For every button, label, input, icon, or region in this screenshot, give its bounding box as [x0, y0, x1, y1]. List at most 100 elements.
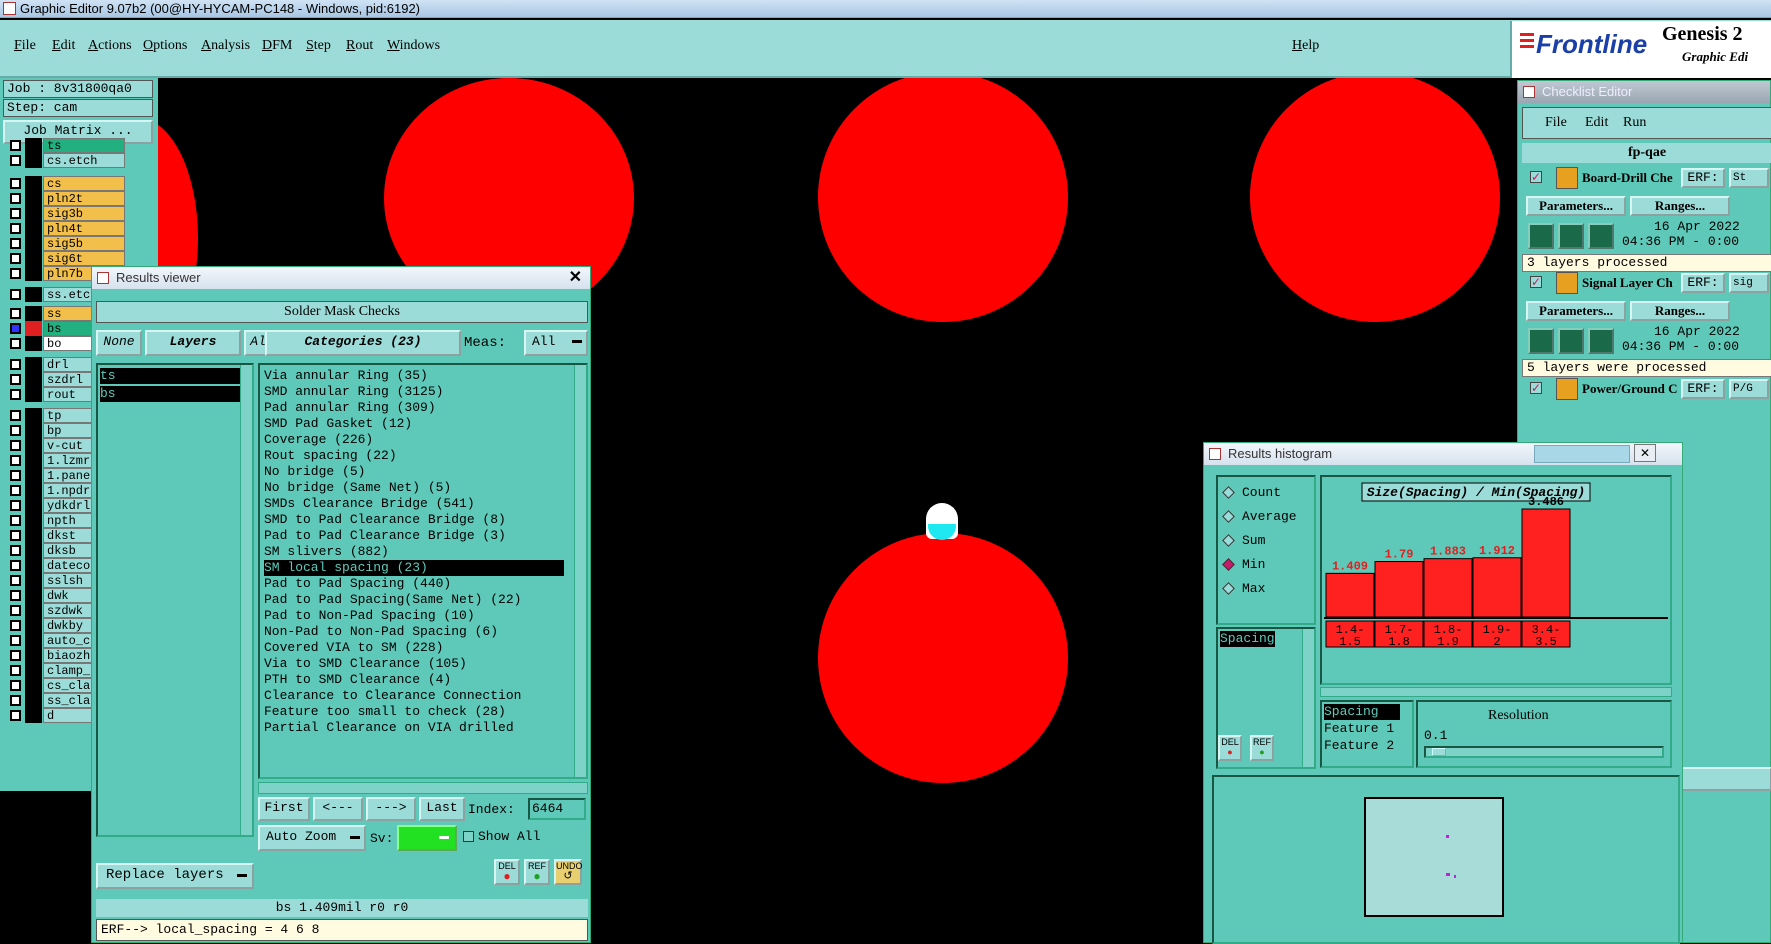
layer-checkbox[interactable]	[10, 455, 21, 466]
layer-checkbox[interactable]	[10, 323, 21, 334]
layer-name[interactable]: sig3b	[43, 206, 125, 221]
layer-checkbox[interactable]	[10, 590, 21, 601]
category-hscrollbar[interactable]	[258, 782, 588, 794]
erf-value[interactable]: St	[1729, 168, 1769, 188]
close-x-icon[interactable]: ✕	[569, 267, 582, 289]
first-button[interactable]: First	[258, 797, 310, 821]
layer-checkbox[interactable]	[10, 500, 21, 511]
layer-name[interactable]: sig5b	[43, 236, 125, 251]
layer-checkbox[interactable]	[10, 650, 21, 661]
erf-value[interactable]: P/G	[1729, 379, 1769, 399]
resolution-slider[interactable]	[1424, 746, 1664, 758]
close-icon[interactable]	[97, 272, 109, 284]
layers-button[interactable]: Layers	[145, 330, 241, 356]
category-item[interactable]: Pad to Pad Spacing (440)	[264, 576, 451, 592]
layer-checkbox[interactable]	[10, 695, 21, 706]
radio-icon[interactable]	[1222, 510, 1235, 523]
menu-dfm[interactable]: DFM	[262, 38, 292, 54]
category-item[interactable]: SMD to Pad Clearance Bridge (8)	[264, 512, 506, 528]
layer-checkbox[interactable]	[10, 338, 21, 349]
layer-checkbox[interactable]	[10, 374, 21, 385]
layer-checkbox[interactable]	[10, 620, 21, 631]
next-button[interactable]: --->	[366, 797, 416, 821]
layer-name[interactable]: sig6t	[43, 251, 125, 266]
del-button[interactable]: DEL ●	[494, 859, 520, 885]
layer-checkbox[interactable]	[10, 308, 21, 319]
layer-checkbox[interactable]	[10, 635, 21, 646]
close-icon[interactable]	[1523, 86, 1535, 98]
meas-dropdown[interactable]: All	[524, 330, 588, 356]
layer-checkbox[interactable]	[10, 560, 21, 571]
radio-icon[interactable]	[1222, 558, 1235, 571]
layer-name[interactable]: pln4t	[43, 221, 125, 236]
category-item[interactable]: SMDs Clearance Bridge (541)	[264, 496, 475, 512]
undo-button[interactable]: UNDO ↺	[554, 859, 583, 885]
layer-checkbox[interactable]	[10, 545, 21, 556]
parameters-button[interactable]: Parameters...	[1526, 196, 1626, 216]
category-item[interactable]: Non-Pad to Non-Pad Spacing (6)	[264, 624, 498, 640]
layer-checkbox[interactable]	[10, 680, 21, 691]
checklist-menu-run[interactable]: Run	[1623, 115, 1646, 131]
run-icon[interactable]	[1558, 328, 1584, 354]
menu-windows[interactable]: Windows	[387, 38, 440, 54]
layer-checkbox[interactable]	[10, 359, 21, 370]
menu-edit[interactable]: Edit	[52, 38, 75, 54]
layer-row[interactable]: sig6t	[4, 251, 126, 266]
category-item[interactable]: Coverage (226)	[264, 432, 373, 448]
layer-row[interactable]: ts	[4, 138, 126, 153]
layer-row[interactable]: cs.etch	[4, 153, 126, 168]
category-item[interactable]: Clearance to Clearance Connection	[264, 688, 521, 704]
prev-button[interactable]: <---	[313, 797, 363, 821]
category-item[interactable]: No bridge (Same Net) (5)	[264, 480, 451, 496]
category-item[interactable]: Via annular Ring (35)	[264, 368, 428, 384]
category-item[interactable]: Partial Clearance on VIA drilled	[264, 720, 514, 736]
chart-hscrollbar[interactable]	[1320, 687, 1672, 697]
list-item[interactable]: Feature 2	[1324, 738, 1394, 754]
category-item[interactable]: Rout spacing (22)	[264, 448, 397, 464]
close-icon[interactable]	[1209, 448, 1221, 460]
feature-list[interactable]: Spacing Feature 1 Feature 2	[1320, 700, 1414, 768]
layer-name[interactable]: cs.etch	[43, 153, 125, 168]
ref-button[interactable]: REF ●	[524, 859, 550, 885]
menu-file[interactable]: File	[14, 38, 36, 54]
list-item[interactable]: bs	[100, 386, 240, 402]
hist-del-button[interactable]: DEL ●	[1218, 735, 1242, 761]
category-item[interactable]: Pad to Pad Spacing(Same Net) (22)	[264, 592, 521, 608]
ranges-button[interactable]: Ranges...	[1630, 301, 1730, 321]
list-item[interactable]: ts	[100, 368, 240, 384]
check-checkbox[interactable]: ✓	[1530, 382, 1542, 394]
layer-checkbox[interactable]	[10, 268, 21, 279]
menu-help[interactable]: Help	[1292, 38, 1319, 54]
layer-checkbox[interactable]	[10, 530, 21, 541]
category-item[interactable]: Pad annular Ring (309)	[264, 400, 436, 416]
list-item[interactable]: Spacing	[1220, 631, 1275, 647]
hist-ref-button[interactable]: REF ●	[1250, 735, 1274, 761]
menu-analysis[interactable]: Analysis	[201, 38, 250, 54]
layer-row[interactable]: pln4t	[4, 221, 126, 236]
layer-checkbox[interactable]	[10, 140, 21, 151]
category-item[interactable]: SMD Pad Gasket (12)	[264, 416, 412, 432]
run-icon[interactable]	[1588, 328, 1614, 354]
layer-name[interactable]: cs	[43, 176, 125, 191]
category-list[interactable]: Via annular Ring (35) SMD annular Ring (3…	[258, 363, 588, 779]
layer-checkbox[interactable]	[10, 665, 21, 676]
menu-actions[interactable]: Actions	[88, 38, 132, 54]
category-item[interactable]: Via to SMD Clearance (105)	[264, 656, 467, 672]
sv-dropdown[interactable]	[397, 825, 457, 851]
layer-row[interactable]: sig5b	[4, 236, 126, 251]
check-checkbox[interactable]: ✓	[1530, 171, 1542, 183]
menu-options[interactable]: Options	[143, 38, 187, 54]
checklist-menu-file[interactable]: File	[1545, 115, 1567, 131]
parameters-button[interactable]: Parameters...	[1526, 301, 1626, 321]
layer-checkbox[interactable]	[10, 485, 21, 496]
run-icon[interactable]	[1528, 328, 1554, 354]
menu-step[interactable]: Step	[306, 38, 331, 54]
layer-checkbox[interactable]	[10, 710, 21, 721]
layer-checkbox[interactable]	[10, 289, 21, 300]
layer-result-list[interactable]: ts bs	[96, 363, 254, 837]
layer-name[interactable]: ts	[43, 138, 125, 153]
categories-button[interactable]: Categories (23)	[265, 330, 461, 356]
erf-value[interactable]: sig	[1729, 273, 1769, 293]
layer-checkbox[interactable]	[10, 389, 21, 400]
layer-checkbox[interactable]	[10, 223, 21, 234]
